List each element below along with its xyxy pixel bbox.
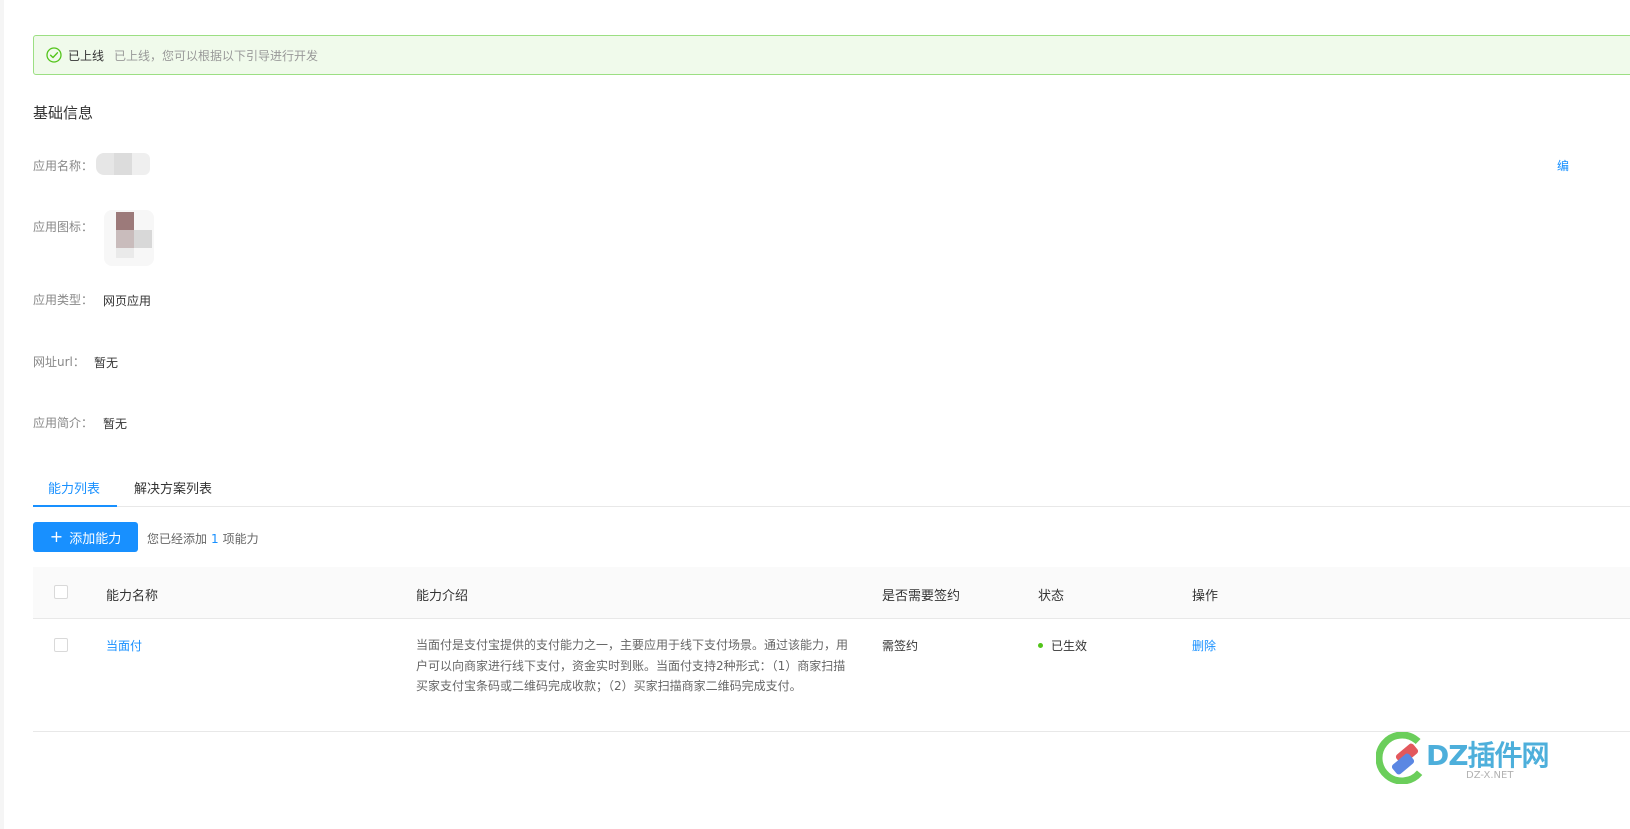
hint-count: 1 (211, 532, 219, 546)
field-value-app-intro: 暂无 (103, 417, 128, 431)
column-header-description: 能力介绍 (416, 589, 469, 604)
tab-capability-list[interactable]: 能力列表 (48, 478, 100, 497)
field-label-app-type: 应用类型： (33, 293, 94, 307)
left-edge-divider (0, 0, 4, 829)
banner-description: 已上线，您可以根据以下引导进行开发 (114, 48, 319, 63)
field-value-url: 暂无 (94, 356, 119, 370)
status-text: 已生效 (1051, 639, 1088, 653)
add-capability-button[interactable]: + 添加能力 (33, 522, 138, 552)
status-banner: 已上线 已上线，您可以根据以下引导进行开发 (33, 35, 1630, 75)
check-circle-icon (46, 47, 62, 63)
field-value-app-type: 网页应用 (103, 294, 152, 308)
capability-name-link[interactable]: 当面付 (106, 637, 142, 654)
hint-prefix: 您已经添加 (147, 532, 208, 546)
tab-solution-list[interactable]: 解决方案列表 (134, 478, 212, 497)
app-detail-page: 已上线 已上线，您可以根据以下引导进行开发 基础信息 应用名称： 编 应用图标：… (0, 0, 1630, 829)
site-watermark: DZ插件网 DZ-X.NET (1374, 728, 1624, 788)
delete-link[interactable]: 删除 (1192, 637, 1216, 654)
section-title-basic-info: 基础信息 (33, 104, 94, 122)
table-header: 能力名称 能力介绍 是否需要签约 状态 操作 (33, 567, 1630, 619)
column-header-status: 状态 (1038, 589, 1065, 604)
tab-active-indicator (33, 505, 117, 507)
status-cell: 已生效 (1038, 637, 1087, 654)
banner-title: 已上线 (68, 48, 105, 63)
hint-suffix: 项能力 (222, 532, 259, 546)
plus-icon: + (49, 527, 64, 546)
capability-description: 当面付是支付宝提供的支付能力之一，主要应用于线下支付场景。通过该能力，用户可以向… (416, 638, 849, 693)
column-header-name: 能力名称 (106, 589, 159, 604)
select-all-checkbox[interactable] (54, 585, 68, 599)
column-header-sign-required: 是否需要签约 (882, 589, 961, 604)
add-capability-button-label: 添加能力 (69, 531, 122, 547)
field-label-url: 网址url： (33, 355, 85, 369)
status-dot-icon (1038, 643, 1043, 648)
edit-link[interactable]: 编 (1557, 157, 1577, 174)
table-row: 当面付 当面付是支付宝提供的支付能力之一，主要应用于线下支付场景。通过该能力，用… (33, 619, 1630, 732)
field-label-app-name: 应用名称： (33, 159, 94, 173)
column-header-operation: 操作 (1192, 589, 1219, 604)
tab-bar: 能力列表 解决方案列表 (33, 466, 1630, 507)
watermark-subtext: DZ-X.NET (1466, 770, 1514, 781)
capability-count-hint: 您已经添加 1 项能力 (147, 530, 259, 547)
app-name-value-blurred (96, 153, 154, 175)
capability-table: 能力名称 能力介绍 是否需要签约 状态 操作 当面付 当面付是支付宝提供的支付能… (33, 567, 1630, 732)
field-label-app-intro: 应用简介： (33, 416, 94, 430)
field-label-app-icon: 应用图标： (33, 220, 94, 234)
watermark-logo-icon (1376, 732, 1428, 784)
app-icon-image-blurred (104, 210, 154, 266)
sign-required-value: 需签约 (882, 639, 919, 653)
watermark-text: DZ插件网 (1426, 739, 1550, 772)
row-checkbox[interactable] (54, 638, 68, 652)
